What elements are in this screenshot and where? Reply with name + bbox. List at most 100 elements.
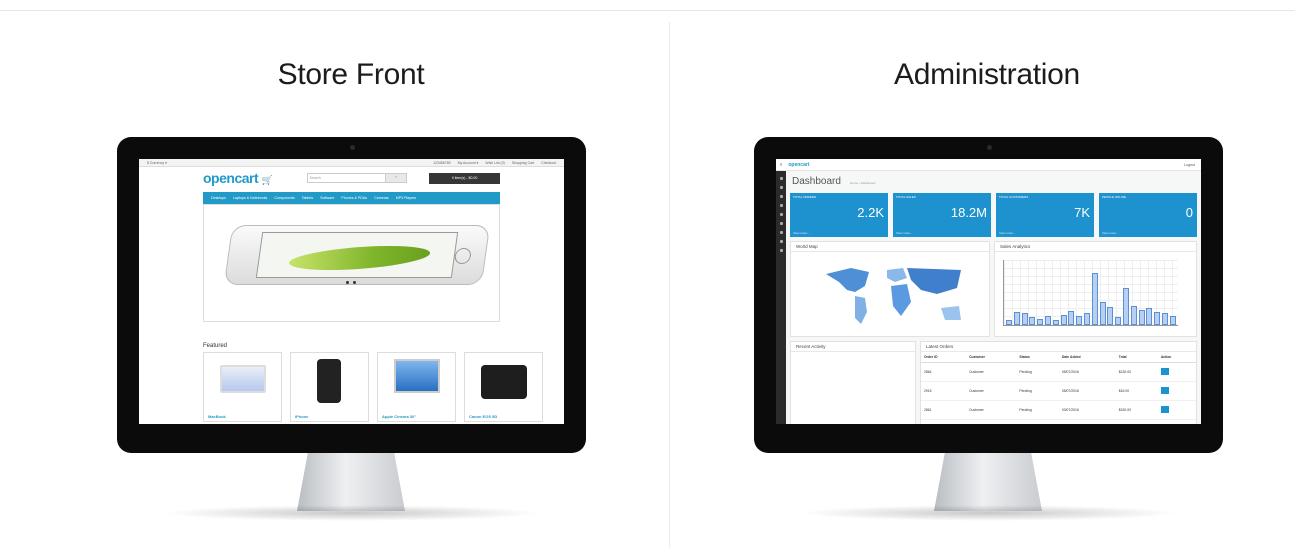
sales-bar [1084, 313, 1090, 325]
breadcrumb: Home › Dashboard [850, 181, 876, 185]
menu-item: MP3 Players [395, 196, 417, 200]
top-link: Checkout [541, 160, 556, 165]
sales-bar [1146, 308, 1153, 325]
store-header: opencart 🛒 Search ⌕ 0 item(s) - $0.00 [139, 167, 564, 189]
dashboard-title: Dashboard [792, 176, 841, 187]
sales-bar [1006, 319, 1012, 325]
sales-bar [1052, 319, 1059, 325]
menu-item: Phones & PDAs [341, 196, 368, 200]
sales-chart [1003, 260, 1178, 326]
product-name: Canon EOS 5D [469, 414, 498, 419]
stat-tile: TOTAL ORDERS 2.2K View more... [790, 193, 888, 237]
table-row: 2861 Customer Pending 03/07/2016 $150.00 [921, 400, 1196, 420]
monitor-stand [934, 453, 1042, 511]
cart-button: 0 item(s) - $0.00 [429, 172, 500, 184]
store-front-heading: Store Front [277, 58, 425, 91]
column-header: Date Added [1058, 352, 1116, 363]
panel-title: Latest Orders [921, 342, 1196, 352]
column-header: Action [1157, 352, 1196, 363]
world-map [826, 268, 961, 324]
monitor-shadow [162, 505, 542, 521]
menu-item: Software [320, 196, 335, 200]
column-header: Status [1016, 352, 1059, 363]
top-link: Wish List (0) [485, 160, 505, 165]
sales-bar [1123, 287, 1129, 325]
sales-bar [1076, 316, 1083, 325]
camera-dot [986, 145, 992, 150]
panel-title: Recent Activity [791, 342, 915, 352]
orders-table: Order ID Customer Status Date Added Tota… [921, 352, 1196, 420]
product-card: MacBook [203, 352, 282, 422]
view-order-button [1160, 387, 1169, 394]
iphone-image [223, 225, 491, 285]
leaf-image [288, 242, 431, 274]
column-header: Customer [966, 352, 1017, 363]
sales-bar [1037, 318, 1044, 325]
sales-bar [1169, 316, 1176, 325]
column-header: Total [1115, 352, 1158, 363]
sales-bar [1068, 310, 1075, 325]
column-header: Order ID [921, 352, 967, 363]
top-link: My Account ▾ [457, 160, 479, 165]
menu-toggle-icon: ≡ [780, 162, 783, 167]
opencart-logo: opencart [788, 161, 810, 168]
table-row: 2864 Customer Pending 05/07/2016 $130.00 [921, 362, 1196, 382]
admin-sidebar [776, 171, 786, 424]
administration-screen: ≡ opencart Logout Dashboard Home › Dashb… [776, 159, 1201, 424]
featured-products: MacBook iPhone Apple Cinema 30" Canon EO… [203, 352, 543, 422]
product-name: Apple Cinema 30" [382, 414, 417, 419]
logout-link: Logout [1184, 162, 1195, 167]
panel-title: World Map [791, 242, 989, 252]
store-front-screen: $ Currency ▾ 123456789 My Account ▾ Wish… [139, 159, 564, 424]
monitor-stand [297, 453, 405, 511]
stat-tiles: TOTAL ORDERS 2.2K View more... TOTAL SALES… [790, 193, 1197, 237]
sales-analytics-panel: Sales Analytics [994, 241, 1197, 337]
stat-tile: TOTAL SALES 18.2M View more... [893, 193, 991, 237]
menu-item: Desktops [211, 196, 226, 200]
sales-bar [1021, 313, 1028, 325]
table-row: 2915 Customer Pending 05/07/2016 $16.00 [921, 381, 1196, 401]
camera-image [481, 365, 527, 399]
hero-slideshow [203, 204, 500, 322]
search-input: Search ⌕ [306, 173, 408, 183]
sales-bar [1138, 309, 1145, 325]
store-topbar: $ Currency ▾ 123456789 My Account ▾ Wish… [139, 159, 564, 167]
store-front-monitor[interactable]: $ Currency ▾ 123456789 My Account ▾ Wish… [117, 137, 586, 453]
view-order-button [1160, 368, 1169, 375]
latest-orders-panel: Latest Orders Order ID Customer Status D… [920, 341, 1197, 424]
activity-item [796, 356, 910, 364]
slide-pagination [345, 281, 356, 284]
currency-selector: $ Currency ▾ [147, 160, 167, 165]
menu-item: Cameras [374, 196, 389, 200]
top-links: 123456789 My Account ▾ Wish List (0) Sho… [427, 161, 556, 165]
administration-monitor[interactable]: ≡ opencart Logout Dashboard Home › Dashb… [754, 137, 1223, 453]
world-map-panel: World Map [790, 241, 990, 337]
sales-bar [1091, 272, 1098, 325]
iphone-product-image [317, 359, 341, 403]
opencart-logo: opencart 🛒 [203, 170, 273, 186]
sales-bar [1099, 301, 1106, 325]
product-card: Apple Cinema 30" [377, 352, 456, 422]
menu-item: Tablets [301, 196, 314, 200]
admin-header: ≡ opencart Logout [776, 159, 1201, 171]
sales-bar [1029, 317, 1036, 325]
sales-bar [1013, 312, 1020, 325]
stat-tile: PEOPLE ONLINE 0 View more... [1099, 193, 1197, 237]
cinema-display-image [394, 359, 440, 393]
sales-bar [1107, 307, 1114, 325]
macbook-image [220, 365, 266, 393]
top-link: Shopping Cart [511, 160, 535, 165]
sales-bar [1162, 313, 1168, 325]
sales-bar [1154, 312, 1161, 325]
recent-activity-panel: Recent Activity [790, 341, 916, 424]
product-name: MacBook [208, 414, 226, 419]
stat-tile: TOTAL CUSTOMERS 7K View more... [996, 193, 1094, 237]
store-menu: Desktops Laptops & Notebooks Components … [203, 192, 500, 204]
sales-bar [1060, 314, 1067, 325]
dashboard-main: Dashboard Home › Dashboard TOTAL ORDERS 2… [786, 171, 1201, 424]
view-order-button [1160, 406, 1169, 413]
activity-item [796, 380, 910, 388]
activity-item [796, 368, 910, 376]
product-name: iPhone [295, 414, 309, 419]
product-card: iPhone [290, 352, 369, 422]
